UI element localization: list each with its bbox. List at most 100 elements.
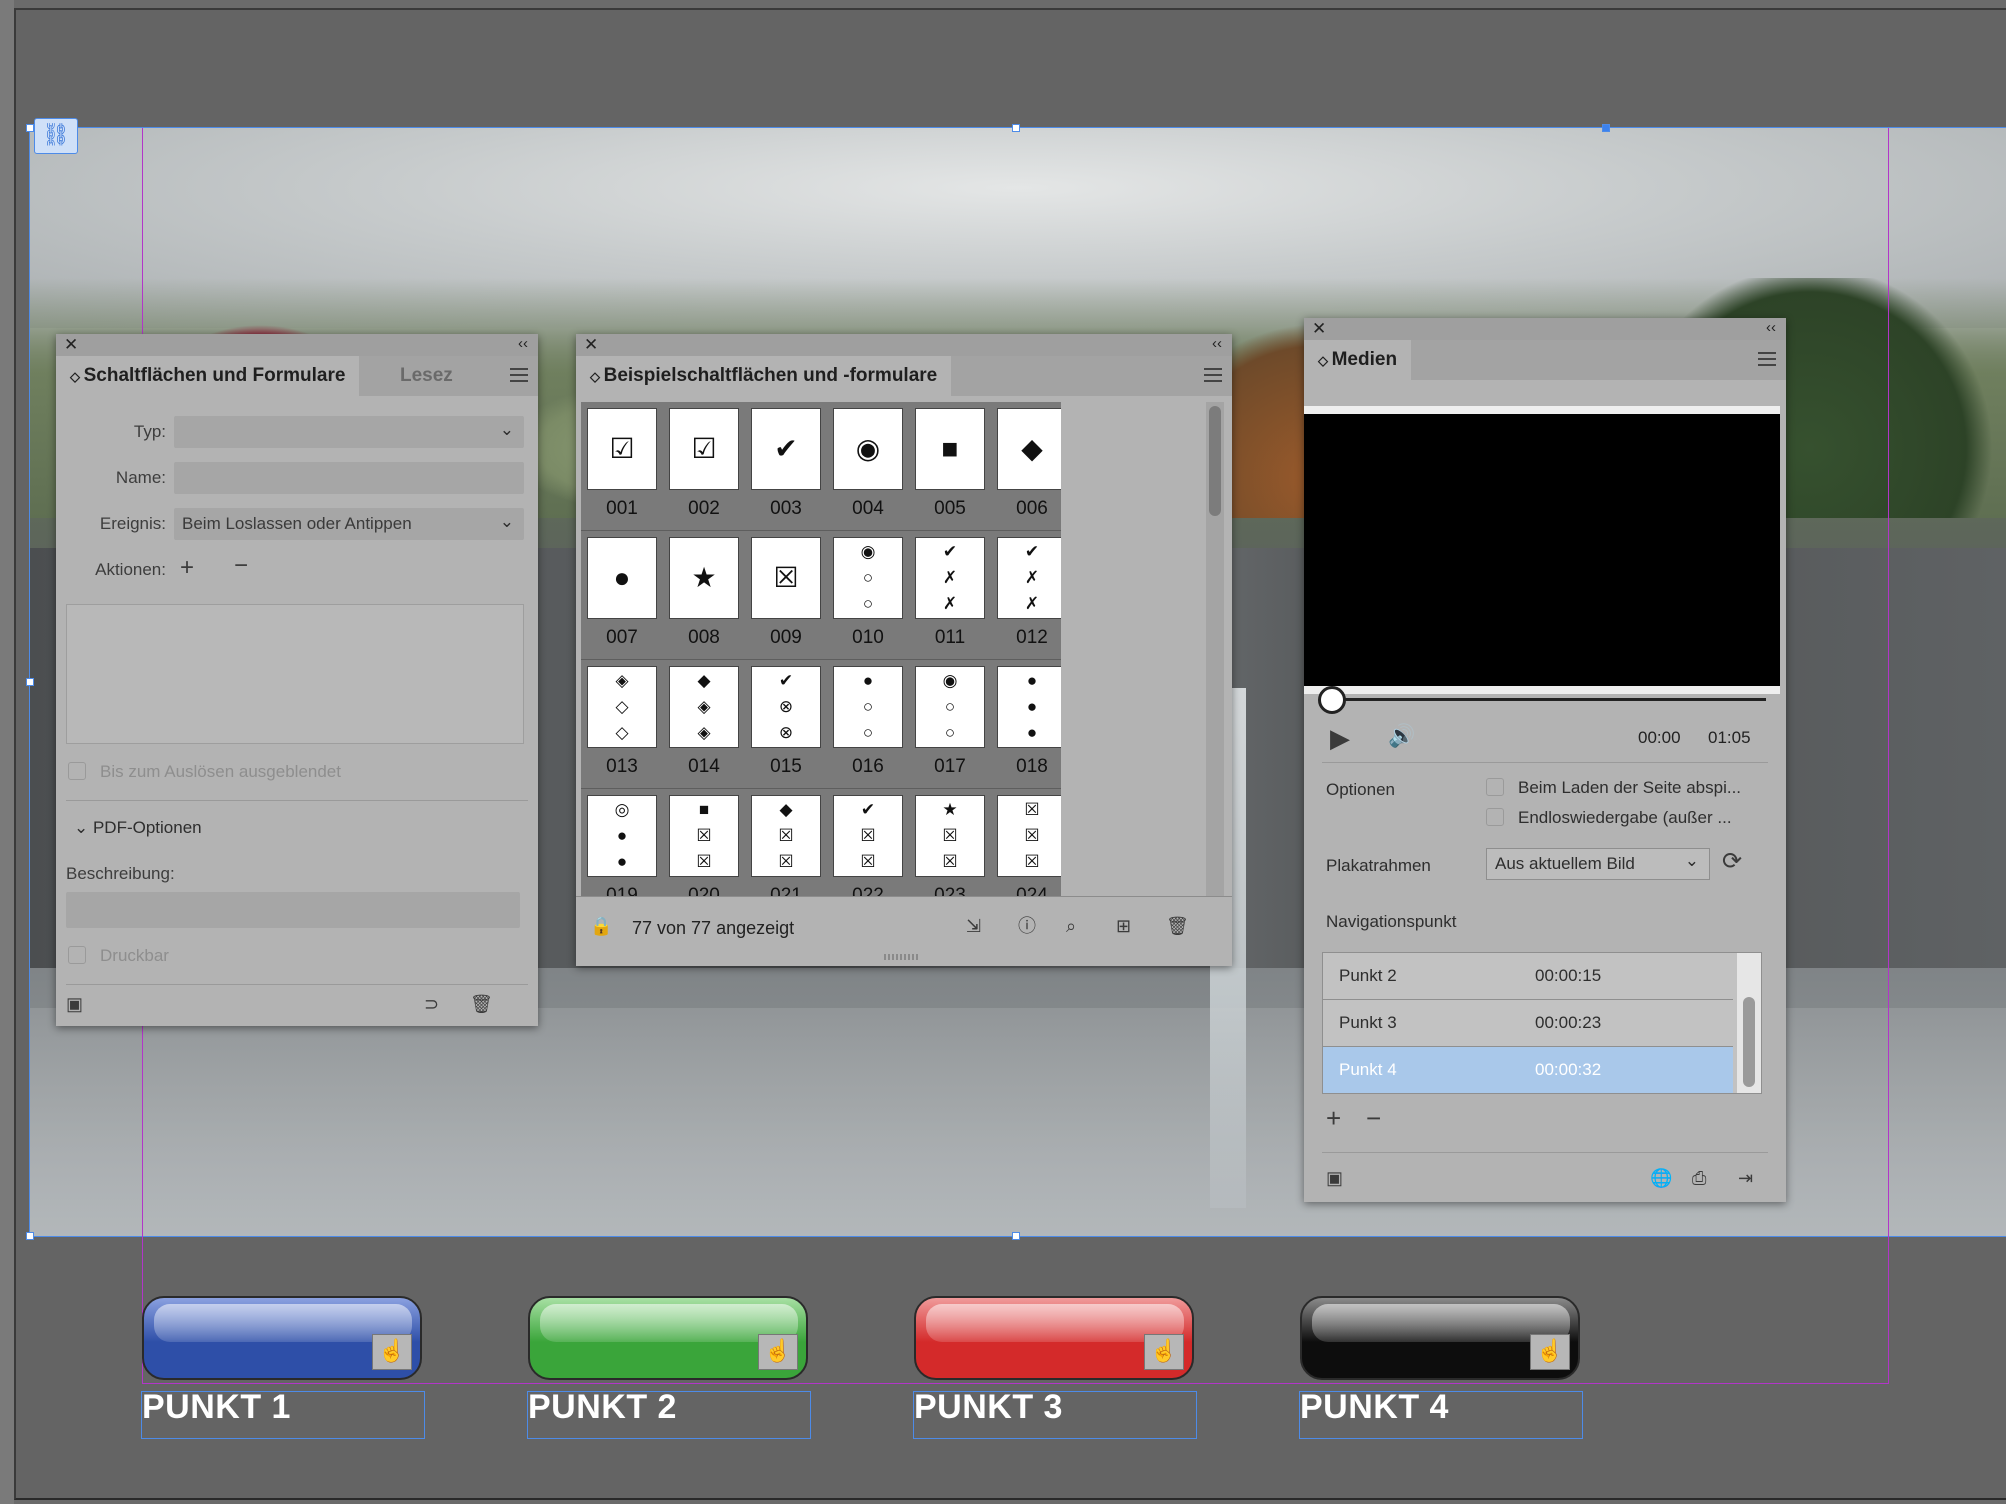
close-icon[interactable]: ✕ [584, 335, 598, 355]
link-icon[interactable]: ⛓ [34, 118, 78, 154]
search-icon[interactable]: ⌕ [1066, 916, 1076, 936]
glossy-button[interactable]: ☝ [528, 1296, 808, 1380]
nav-point-row[interactable]: Punkt 3 00:00:23 [1323, 1000, 1733, 1047]
remove-action-icon[interactable]: − [234, 554, 248, 578]
sample-item[interactable]: ■ 005 [909, 402, 991, 530]
sample-number: 015 [770, 756, 802, 777]
tab-media[interactable]: ◇ Medien [1304, 340, 1412, 380]
collapse-icon[interactable]: ‹‹ [1212, 335, 1222, 352]
name-field[interactable] [174, 462, 524, 494]
collapse-icon[interactable]: ‹‹ [1766, 319, 1776, 336]
sample-item[interactable]: ✔ ☒ ☒ 022 [827, 789, 909, 896]
close-icon[interactable]: ✕ [64, 335, 78, 355]
scrub-handle[interactable] [1318, 686, 1346, 714]
trash-icon[interactable]: 🗑 [470, 994, 493, 1014]
sample-item[interactable]: ◆ ☒ ☒ 021 [745, 789, 827, 896]
plakatrahmen-dropdown[interactable]: Aus aktuellem Bild ⌄ [1486, 848, 1710, 880]
remove-nav-point-icon[interactable]: − [1366, 1105, 1381, 1131]
sample-item[interactable]: ● ○ ○ 016 [827, 660, 909, 788]
scrollbar-thumb[interactable] [1743, 997, 1755, 1087]
divider [66, 800, 528, 801]
info-icon[interactable]: ⓘ [1018, 916, 1036, 936]
glossy-button[interactable]: ☝ [914, 1296, 1194, 1380]
sample-thumbnail: ● ● ● [997, 666, 1061, 748]
preview-icon[interactable]: ▣ [66, 994, 83, 1014]
hidden-until-checkbox[interactable] [68, 762, 86, 780]
sample-glyph-icon: ☒ [773, 562, 799, 593]
actions-list[interactable] [66, 604, 524, 744]
frame-handle-bl[interactable] [26, 1232, 34, 1240]
sample-glyph-icon: ● [613, 562, 631, 593]
frame-handle-tl[interactable] [26, 124, 34, 132]
panel-menu-icon[interactable] [1758, 352, 1776, 366]
sample-item[interactable]: ☑ 001 [581, 402, 663, 530]
sample-item[interactable]: ◆ 006 [991, 402, 1061, 530]
convert-to-object-icon[interactable]: ⊃ [424, 994, 439, 1014]
add-nav-point-icon[interactable]: + [1326, 1105, 1341, 1131]
trash-icon[interactable]: 🗑 [1166, 916, 1189, 936]
collapse-icon[interactable]: ‹‹ [518, 335, 528, 352]
nav-point-row[interactable]: Punkt 4 00:00:32 [1323, 1047, 1733, 1094]
resize-grip[interactable] [884, 954, 920, 960]
sample-item[interactable]: ● 007 [581, 531, 663, 659]
grid-scrollbar[interactable] [1206, 402, 1224, 896]
sample-glyph-icon: ☒ [942, 852, 958, 871]
sample-item[interactable]: ◉ ○ ○ 010 [827, 531, 909, 659]
sample-item[interactable]: ● ● ● 018 [991, 660, 1061, 788]
preview-icon[interactable]: ▣ [1326, 1168, 1343, 1188]
scrollbar-thumb[interactable] [1209, 406, 1221, 516]
sample-glyph-icon: ☒ [1024, 852, 1040, 871]
volume-icon[interactable]: 🔊 [1388, 725, 1415, 747]
tab-buttons-forms[interactable]: ◇ Schaltflächen und Formulare [56, 356, 360, 396]
sample-item[interactable]: ✔ ⊗ ⊗ 015 [745, 660, 827, 788]
beschreibung-field[interactable] [66, 892, 520, 928]
loop-checkbox[interactable] [1486, 808, 1504, 826]
pdf-options-toggle[interactable]: ⌄ PDF-Optionen [74, 818, 202, 838]
panel-menu-icon[interactable] [1204, 368, 1222, 382]
sample-item[interactable]: ◉ 004 [827, 402, 909, 530]
printable-checkbox[interactable] [68, 946, 86, 964]
sample-item[interactable]: ◎ ● ● 019 [581, 789, 663, 896]
sample-item[interactable]: ☑ 002 [663, 402, 745, 530]
pdf-icon[interactable]: ⎙ [1692, 1168, 1706, 1188]
scrub-track[interactable] [1332, 698, 1766, 701]
frame-handle-tm[interactable] [1012, 124, 1020, 132]
sample-item[interactable]: ◆ ◈ ◈ 014 [663, 660, 745, 788]
sample-item[interactable]: ☒ 009 [745, 531, 827, 659]
lock-icon[interactable]: 🔒 [590, 916, 612, 936]
typ-dropdown[interactable]: ⌄ [174, 416, 524, 448]
sample-glyph-icon: ✔ [778, 671, 794, 690]
nav-scrollbar[interactable] [1737, 953, 1761, 1093]
new-item-icon[interactable]: ⊞ [1116, 916, 1131, 936]
url-icon[interactable]: 🌐 [1650, 1168, 1672, 1188]
convert-video-icon[interactable]: ⇥ [1738, 1168, 1753, 1188]
frame-handle-ml[interactable] [26, 678, 34, 686]
sample-item[interactable]: ★ 008 [663, 531, 745, 659]
place-item-icon[interactable]: ⇲ [966, 916, 981, 936]
sample-glyph-icon: ☒ [778, 852, 794, 871]
close-icon[interactable]: ✕ [1312, 319, 1326, 339]
add-action-icon[interactable]: + [180, 556, 194, 580]
sample-glyph-icon: ◈ [697, 723, 711, 742]
play-icon[interactable]: ▶ [1330, 724, 1350, 752]
sample-item[interactable]: ◈ ◇ ◇ 013 [581, 660, 663, 788]
frame-handle-anchor[interactable] [1602, 124, 1610, 132]
tab-sample-buttons[interactable]: ◇ Beispielschaltflächen und -formulare [576, 356, 952, 396]
sample-item[interactable]: ✔ ✗ ✗ 011 [909, 531, 991, 659]
sample-item[interactable]: ✔ ✗ ✗ 012 [991, 531, 1061, 659]
ereignis-dropdown[interactable]: Beim Loslassen oder Antippen ⌄ [174, 508, 524, 540]
sample-item[interactable]: ☒ ☒ ☒ 024 [991, 789, 1061, 896]
frame-handle-bm[interactable] [1012, 1232, 1020, 1240]
glossy-button[interactable]: ☝ [1300, 1296, 1580, 1380]
sample-item[interactable]: ★ ☒ ☒ 023 [909, 789, 991, 896]
glossy-button[interactable]: ☝ [142, 1296, 422, 1380]
nav-point-row[interactable]: Punkt 2 00:00:15 [1323, 953, 1733, 1000]
sample-item[interactable]: ◉ ○ ○ 017 [909, 660, 991, 788]
panel-menu-icon[interactable] [510, 368, 528, 382]
sample-item[interactable]: ✔ 003 [745, 402, 827, 530]
name-label: Name: [115, 468, 166, 487]
refresh-icon[interactable]: ⟳ [1722, 850, 1742, 874]
sample-item[interactable]: ■ ☒ ☒ 020 [663, 789, 745, 896]
tab-bookmarks[interactable]: Lesez [386, 356, 467, 396]
autoplay-checkbox[interactable] [1486, 778, 1504, 796]
